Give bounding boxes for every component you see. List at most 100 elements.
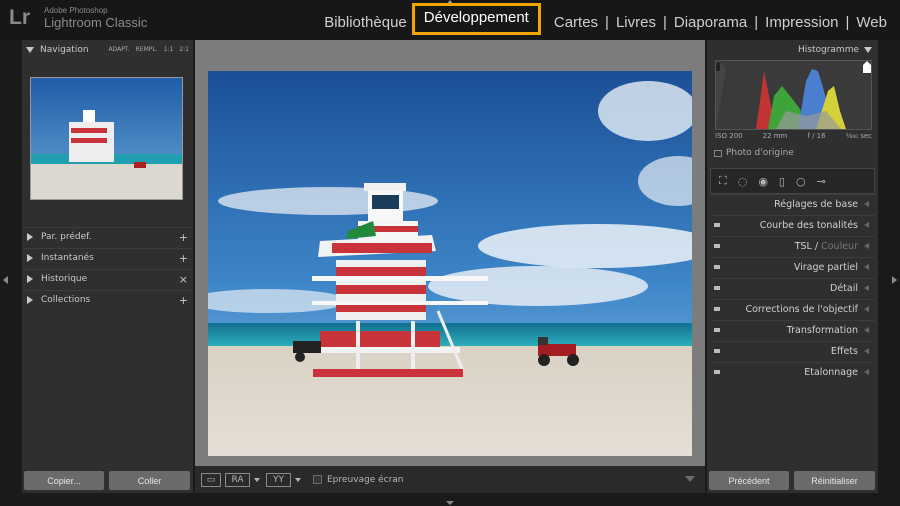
panel-switch-icon[interactable] (714, 349, 720, 353)
left-panel-toggle-icon[interactable] (3, 276, 8, 284)
histogram[interactable] (715, 60, 872, 130)
module-print[interactable]: Impression (760, 14, 843, 31)
module-slideshow[interactable]: Diaporama (669, 14, 752, 31)
module-map[interactable]: Cartes (549, 14, 603, 31)
panel-switch-icon[interactable] (714, 265, 720, 269)
module-web[interactable]: Web (851, 14, 892, 31)
zoom-1-1[interactable]: 1:1 (164, 46, 174, 53)
top-bar: Lr Adobe Photoshop Lightroom Classic Bib… (0, 0, 900, 40)
collapse-triangle-icon (864, 285, 869, 291)
softproof-label: Epreuvage écran (327, 474, 404, 485)
module-separator: | (845, 13, 850, 31)
histogram-header[interactable]: Histogramme (707, 40, 878, 59)
collapse-triangle-icon (864, 222, 869, 228)
softproof-checkbox[interactable] (313, 475, 322, 484)
panel-snapshots-label: Instantanés (41, 253, 94, 263)
crop-tool-icon[interactable]: ◌ (738, 175, 748, 188)
module-separator: | (605, 13, 609, 31)
original-photo-toggle[interactable]: Photo d'origine (714, 148, 794, 158)
module-library[interactable]: Bibliothèque (319, 14, 412, 31)
expand-triangle-icon (27, 275, 33, 283)
graduated-filter-icon[interactable]: ▯ (779, 175, 785, 188)
panel-snapshots[interactable]: Instantanés + (22, 248, 193, 267)
panel-detail[interactable]: Détail (710, 278, 875, 297)
expand-triangle-icon (27, 296, 33, 304)
panel-transform[interactable]: Transformation (710, 320, 875, 339)
panel-switch-icon[interactable] (714, 328, 720, 332)
navigator-header[interactable]: Navigation ADAPT. REMPL. 1:1 2:1 (22, 40, 193, 59)
panel-switch-icon[interactable] (714, 370, 720, 374)
panel-collections[interactable]: Collections + (22, 290, 193, 309)
panel-effects[interactable]: Effets (710, 341, 875, 360)
panel-switch-icon[interactable] (714, 286, 720, 290)
panel-calibration-label: Etalonnage (804, 366, 858, 378)
panel-calibration[interactable]: Etalonnage (710, 362, 875, 381)
panel-basic[interactable]: Réglages de base (710, 194, 875, 213)
panel-hsl-label: TSL / Couleur (795, 241, 858, 252)
zoom-fill[interactable]: REMPL. (136, 46, 158, 53)
panel-split-toning[interactable]: Virage partiel (710, 257, 875, 276)
add-collection-icon[interactable]: + (179, 294, 188, 307)
panel-detail-label: Détail (830, 282, 858, 294)
tool-strip: ⛶ ◌ ◉ ▯ ○ ⊸ (710, 168, 875, 194)
before-after-ra-button[interactable]: RA (225, 472, 250, 487)
collapse-triangle-icon (864, 327, 869, 333)
exif-shutter: ¹⁄₄₀₀ sec (845, 132, 872, 140)
expand-triangle-icon (27, 233, 33, 241)
collapse-triangle-icon (864, 369, 869, 375)
spot-removal-icon[interactable]: ◉ (758, 175, 768, 188)
radial-filter-icon[interactable]: ○ (796, 175, 806, 188)
exif-iso: ISO 200 (715, 132, 743, 140)
clear-history-icon[interactable]: × (179, 273, 188, 286)
image-canvas[interactable] (195, 40, 705, 466)
panel-hsl-tab[interactable]: TSL / (795, 241, 818, 252)
loupe-view-icon[interactable]: ▭ (201, 472, 221, 487)
left-bottom-bar: Copier... Coller (22, 466, 193, 493)
filmstrip-toggle-icon[interactable] (446, 501, 454, 505)
exif-focal: 22 mm (762, 132, 788, 140)
panel-switch-icon[interactable] (714, 223, 720, 227)
right-panel-toggle-icon[interactable] (892, 276, 897, 284)
panel-switch-icon[interactable] (714, 244, 720, 248)
panel-color-tab[interactable]: Couleur (821, 241, 858, 252)
before-after-yy-button[interactable]: YY (266, 472, 291, 487)
panel-tone-curve[interactable]: Courbe des tonalités (710, 215, 875, 234)
original-photo-checkbox[interactable] (714, 149, 722, 157)
panel-hsl[interactable]: TSL / Couleur (710, 236, 875, 255)
chevron-down-icon[interactable] (295, 477, 301, 482)
grid-overlay-icon[interactable]: ⛶ (719, 174, 727, 188)
panel-collections-label: Collections (41, 295, 91, 305)
previous-button[interactable]: Précédent (709, 471, 789, 490)
module-develop[interactable]: Développement (411, 3, 541, 35)
brand-line-2: Lightroom Classic (44, 15, 148, 30)
navigator-thumbnail (31, 78, 182, 199)
panel-history[interactable]: Historique × (22, 269, 193, 288)
navigator-preview[interactable] (30, 77, 183, 200)
main-photo[interactable] (208, 71, 692, 456)
navigator-title: Navigation (40, 44, 89, 55)
add-preset-icon[interactable]: + (179, 231, 188, 244)
zoom-fit[interactable]: ADAPT. (108, 46, 129, 53)
toolbar-menu-icon[interactable] (685, 476, 695, 482)
collapse-triangle-icon (864, 348, 869, 354)
left-panel: Navigation ADAPT. REMPL. 1:1 2:1 Par. pr… (22, 40, 193, 466)
develop-toolbar: ▭ RA YY Epreuvage écran (195, 466, 705, 493)
panel-switch-icon[interactable] (714, 307, 720, 311)
module-book[interactable]: Livres (611, 14, 661, 31)
panel-presets[interactable]: Par. prédef. + (22, 227, 193, 246)
chevron-down-icon[interactable] (254, 477, 260, 482)
adjustment-brush-icon[interactable]: ⊸ (817, 175, 826, 188)
right-bottom-bar: Précédent Réinitialiser (707, 466, 878, 493)
zoom-2-1[interactable]: 2:1 (179, 46, 189, 53)
collapse-triangle-icon (864, 306, 869, 312)
zoom-options: ADAPT. REMPL. 1:1 2:1 (108, 46, 189, 53)
panel-lens-corrections[interactable]: Corrections de l'objectif (710, 299, 875, 318)
panel-transform-label: Transformation (786, 324, 858, 336)
add-snapshot-icon[interactable]: + (179, 252, 188, 265)
reset-button[interactable]: Réinitialiser (794, 471, 875, 490)
collapse-triangle-icon (864, 46, 872, 53)
copy-button[interactable]: Copier... (24, 471, 104, 490)
paste-button[interactable]: Coller (109, 471, 190, 490)
panel-switch-icon[interactable] (714, 202, 720, 206)
histogram-graph (716, 61, 871, 129)
